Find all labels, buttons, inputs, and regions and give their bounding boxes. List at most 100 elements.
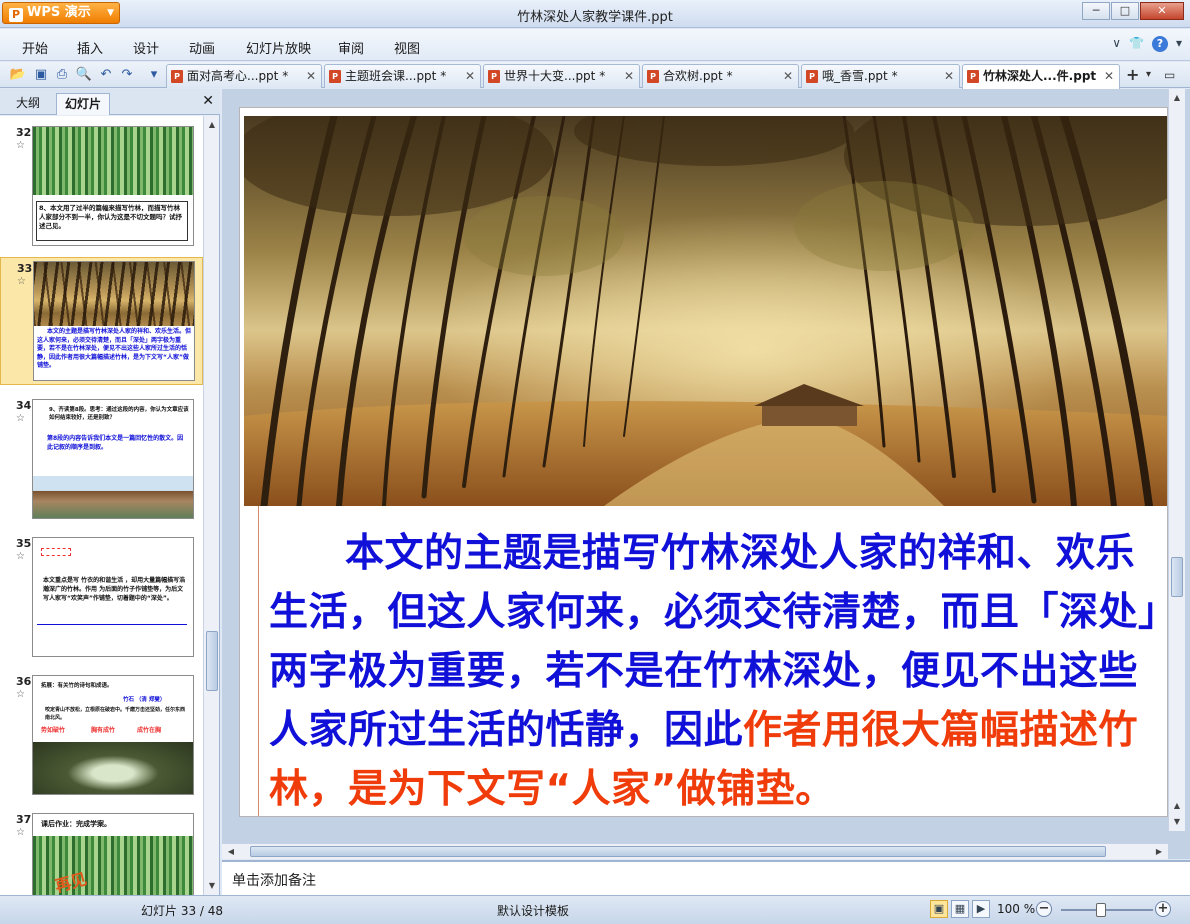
doc-tab-2[interactable]: P 主题班会课...ppt * ✕ bbox=[324, 64, 481, 88]
animation-star-icon: ☆ bbox=[16, 551, 25, 562]
close-tab-icon[interactable]: ✕ bbox=[944, 65, 954, 87]
animation-star-icon: ☆ bbox=[17, 276, 26, 287]
slide-thumbnail-37[interactable]: 37 ☆ 课后作业：完成学案。 再见 bbox=[0, 809, 203, 895]
slide-vertical-scrollbar[interactable]: ▲ ▲ ▼ bbox=[1168, 89, 1185, 831]
slide-thumbnail-35[interactable]: 35 ☆ 本文重点是写 竹衣的和谐生活 ，却用大量篇幅描写浩瀚深广的竹林。作用 … bbox=[0, 533, 203, 661]
next-slide-icon[interactable]: ▼ bbox=[1170, 815, 1184, 829]
close-tab-icon[interactable]: ✕ bbox=[465, 65, 475, 87]
slide-thumbnail-list: 32 ☆ 8、本文用了过半的篇幅来描写竹林，而描写竹林人家部分不到一半，你认为这… bbox=[0, 116, 203, 895]
doc-tab-4[interactable]: P 合欢树.ppt * ✕ bbox=[642, 64, 799, 88]
scroll-left-icon[interactable]: ◀ bbox=[224, 845, 238, 859]
menu-animation[interactable]: 动画 bbox=[189, 38, 215, 57]
slide-thumbnail-33[interactable]: 33 ☆ 本文的主题是描写竹林深处人家的祥和、欢乐生活。但这人家何来，必须交待清… bbox=[0, 257, 203, 385]
menu-view[interactable]: 视图 bbox=[394, 38, 420, 57]
slides-panel: 大纲 幻灯片 ✕ 32 ☆ 8、本文用了过半的篇幅来描写竹林，而描写竹林人家部分… bbox=[0, 89, 220, 895]
tab-slides[interactable]: 幻灯片 bbox=[56, 93, 111, 115]
village-image bbox=[33, 476, 193, 518]
menu-right-tools: ∨ 👕 ? ▾ bbox=[1112, 36, 1182, 52]
menu-home[interactable]: 开始 bbox=[22, 38, 48, 57]
animation-star-icon: ☆ bbox=[16, 689, 25, 700]
previous-slide-icon[interactable]: ▲ bbox=[1170, 799, 1184, 813]
thumbnail-card: 8、本文用了过半的篇幅来描写竹林，而描写竹林人家部分不到一半，你认为这是不切文题… bbox=[32, 126, 194, 246]
bamboo-image bbox=[34, 262, 194, 326]
customize-toolbar-icon[interactable]: ▾ bbox=[145, 66, 163, 84]
new-tab-button[interactable]: + bbox=[1126, 66, 1139, 86]
close-panel-icon[interactable]: ✕ bbox=[202, 93, 214, 109]
animation-star-icon: ☆ bbox=[16, 413, 25, 424]
minimize-button[interactable]: ─ bbox=[1082, 2, 1110, 20]
slide-counter: 幻灯片 33 / 48 bbox=[141, 904, 224, 918]
slide-thumbnail-32[interactable]: 32 ☆ 8、本文用了过半的篇幅来描写竹林，而描写竹林人家部分不到一半，你认为这… bbox=[0, 122, 203, 254]
panel-tabs: 大纲 幻灯片 ✕ bbox=[0, 89, 220, 115]
undo-icon[interactable]: ↶ bbox=[97, 66, 115, 84]
slide-thumbnail-36[interactable]: 36 ☆ 拓展：有关竹的诗句和成语。 竹石 （清 郑燮） 咬定青山不放松，立根原… bbox=[0, 671, 203, 799]
zoom-slider[interactable] bbox=[1061, 909, 1153, 911]
scroll-up-icon[interactable]: ▲ bbox=[1170, 91, 1184, 105]
scroll-up-icon[interactable]: ▲ bbox=[205, 118, 219, 132]
zoom-out-button[interactable]: − bbox=[1036, 901, 1052, 917]
scrollbar-thumb[interactable] bbox=[1171, 557, 1183, 597]
window-controls: ─ □ ✕ bbox=[1081, 2, 1184, 20]
ppt-file-icon: P bbox=[806, 70, 818, 83]
divider bbox=[37, 624, 187, 625]
animation-star-icon: ☆ bbox=[16, 140, 25, 151]
zoom-in-button[interactable]: + bbox=[1155, 901, 1171, 917]
slide-body-text: 本文的主题是描写竹林深处人家的祥和、欢乐生活，但这人家何来，必须交待清楚，而且「… bbox=[269, 531, 1159, 812]
animation-star-icon: ☆ bbox=[16, 827, 25, 838]
maximize-button[interactable]: □ bbox=[1111, 2, 1139, 20]
chevron-down-icon[interactable]: ▾ bbox=[1146, 66, 1151, 86]
slide-thumbnail-34[interactable]: 34 ☆ 9、齐读第8段。思考：通过这段的内容，你认为文章应该如何结束较好，还是… bbox=[0, 395, 203, 523]
chevron-down-icon[interactable]: ▾ bbox=[1176, 36, 1182, 52]
doc-tab-active[interactable]: P 竹林深处人...件.ppt ✕ bbox=[962, 64, 1120, 89]
doc-tab-3[interactable]: P 世界十大变...ppt * ✕ bbox=[483, 64, 640, 88]
scroll-down-icon[interactable]: ▼ bbox=[205, 879, 219, 893]
ppt-file-icon: P bbox=[171, 70, 183, 83]
tab-list-icon[interactable]: ▭ bbox=[1164, 66, 1175, 86]
menu-design[interactable]: 设计 bbox=[133, 38, 159, 57]
close-tab-icon[interactable]: ✕ bbox=[624, 65, 634, 87]
zoom-level[interactable]: 100 % bbox=[997, 902, 1035, 916]
close-tab-icon[interactable]: ✕ bbox=[1104, 65, 1114, 87]
slide-sorter-icon[interactable]: ▦ bbox=[951, 900, 969, 918]
menu-bar: 开始 插入 设计 动画 幻灯片放映 审阅 视图 ∨ 👕 ? ▾ bbox=[0, 29, 1190, 61]
title-bar: P WPS 演示 ▼ 竹林深处人家教学课件.ppt ─ □ ✕ bbox=[0, 0, 1190, 28]
ppt-file-icon: P bbox=[329, 70, 341, 83]
thumbnail-scrollbar[interactable]: ▲ ▼ bbox=[203, 116, 219, 895]
slide-text-box[interactable]: 本文的主题是描写竹林深处人家的祥和、欢乐生活，但这人家何来，必须交待清楚，而且「… bbox=[258, 506, 1167, 816]
help-icon[interactable]: ? bbox=[1151, 36, 1168, 52]
bamboo-forest-photo bbox=[244, 116, 1167, 506]
save-icon[interactable]: ▣ bbox=[32, 66, 50, 84]
thumbnail-card: 拓展：有关竹的诗句和成语。 竹石 （清 郑燮） 咬定青山不放松，立根原在破岩中。… bbox=[32, 675, 194, 795]
tab-outline[interactable]: 大纲 bbox=[8, 93, 48, 115]
doc-tab-5[interactable]: P 哦_香雪.ppt * ✕ bbox=[801, 64, 960, 88]
open-icon[interactable]: 📂 bbox=[9, 66, 27, 84]
print-preview-icon[interactable]: 🔍 bbox=[75, 66, 93, 84]
menu-review[interactable]: 审阅 bbox=[338, 38, 364, 57]
normal-view-icon[interactable]: ▣ bbox=[930, 900, 948, 918]
document-tab-bar: 📂 ▣ ⎙ 🔍 ↶ ↷ ▾ P 面对高考心...ppt * ✕ P 主题班会课.… bbox=[0, 62, 1190, 89]
slide-horizontal-scrollbar[interactable]: ◀ ▶ bbox=[222, 843, 1168, 859]
menu-slideshow[interactable]: 幻灯片放映 bbox=[246, 38, 311, 57]
thumbnail-card: 9、齐读第8段。思考：通过这段的内容，你认为文章应该如何结束较好，还是别致？ 第… bbox=[32, 399, 194, 519]
skin-icon[interactable]: 👕 bbox=[1129, 36, 1144, 52]
close-tab-icon[interactable]: ✕ bbox=[783, 65, 793, 87]
slideshow-icon[interactable]: ▶ bbox=[972, 900, 990, 918]
scroll-right-icon[interactable]: ▶ bbox=[1152, 845, 1166, 859]
window-title: 竹林深处人家教学课件.ppt bbox=[517, 10, 673, 25]
collapse-ribbon-icon[interactable]: ∨ bbox=[1112, 36, 1121, 52]
print-icon[interactable]: ⎙ bbox=[53, 66, 71, 84]
close-tab-icon[interactable]: ✕ bbox=[306, 65, 316, 87]
scrollbar-thumb[interactable] bbox=[206, 631, 218, 691]
decorative-mark bbox=[41, 548, 71, 556]
doc-tab-1[interactable]: P 面对高考心...ppt * ✕ bbox=[166, 64, 322, 88]
slide-canvas[interactable]: 本文的主题是描写竹林深处人家的祥和、欢乐生活，但这人家何来，必须交待清楚，而且「… bbox=[239, 107, 1168, 817]
close-button[interactable]: ✕ bbox=[1140, 2, 1184, 20]
zoom-slider-knob[interactable] bbox=[1096, 903, 1106, 917]
redo-icon[interactable]: ↷ bbox=[118, 66, 136, 84]
notes-pane[interactable]: 单击添加备注 bbox=[222, 860, 1190, 895]
menu-insert[interactable]: 插入 bbox=[77, 38, 103, 57]
scrollbar-thumb[interactable] bbox=[250, 846, 1106, 857]
thumbnail-card: 课后作业：完成学案。 再见 bbox=[32, 813, 194, 895]
ppt-file-icon: P bbox=[488, 70, 500, 83]
bamboo-forest-illustration bbox=[244, 116, 1167, 506]
